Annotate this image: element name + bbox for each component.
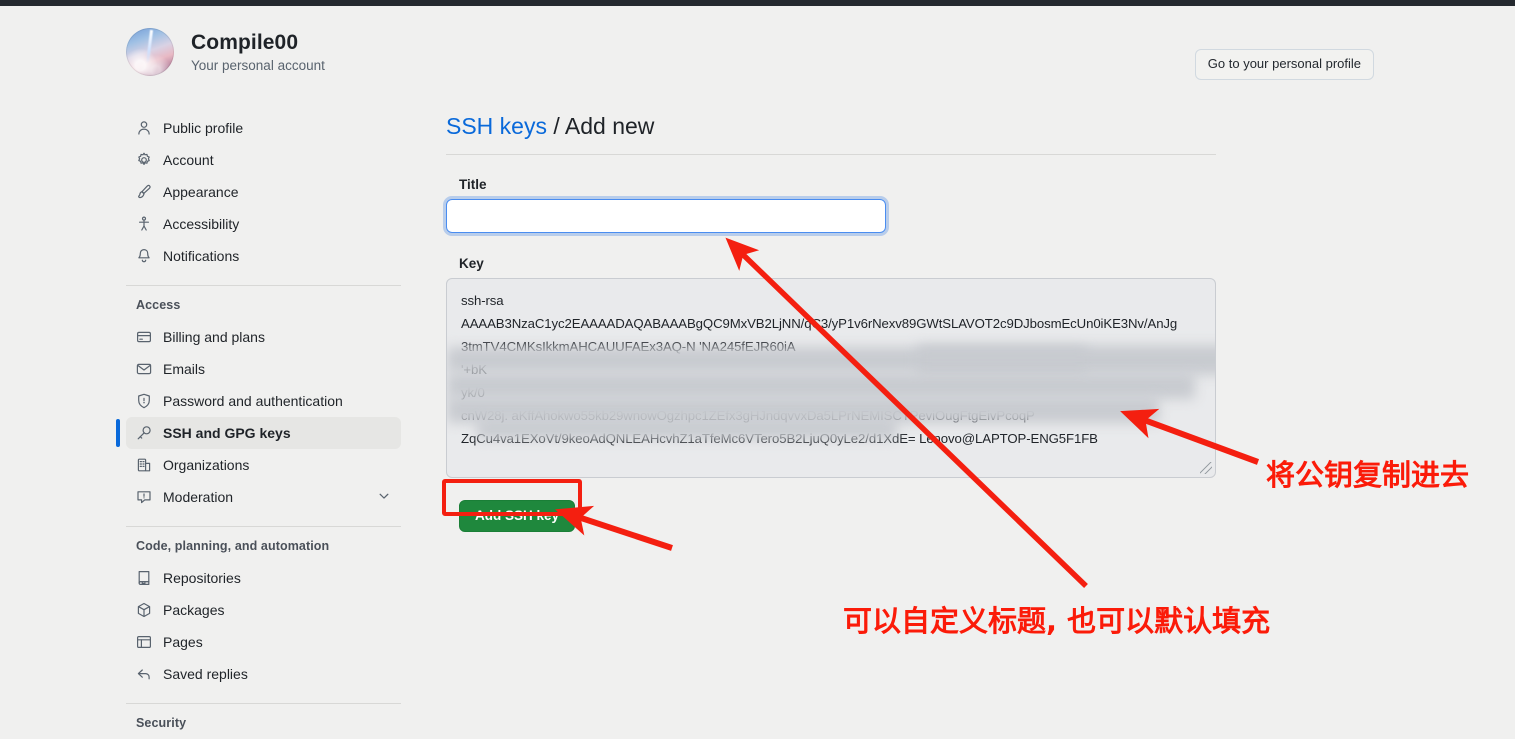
- sidebar-divider: [126, 703, 401, 704]
- sidebar-group: Repositories Packages Pages Saved replies: [126, 562, 401, 690]
- sidebar-section-heading: Code, planning, and automation: [136, 539, 330, 553]
- reply-icon: [136, 666, 152, 682]
- sidebar-group: Billing and plans Emails Password and auth…: [116, 321, 401, 513]
- shield-lock-icon: [136, 393, 152, 409]
- title-field-label: Title: [459, 176, 487, 192]
- user-avatar-image[interactable]: [126, 28, 174, 76]
- sidebar-item-label: Moderation: [163, 489, 234, 505]
- sidebar-item-saved-replies[interactable]: Saved replies: [126, 658, 401, 690]
- go-to-personal-profile-button[interactable]: Go to your personal profile: [1194, 49, 1374, 80]
- package-icon: [136, 602, 152, 618]
- sidebar-section-heading: Security: [136, 716, 187, 730]
- sidebar-item-notifications[interactable]: Notifications: [126, 240, 401, 272]
- title-field-wrapper: [443, 195, 1216, 236]
- page-title: SSH keys / Add new: [446, 112, 1216, 154]
- sidebar-item-password-and-authentication[interactable]: Password and authentication: [126, 385, 401, 417]
- account-header: Compile00 Your personal account: [126, 28, 325, 76]
- breadcrumb-ssh-keys-link[interactable]: SSH keys: [446, 113, 547, 139]
- account-name: Compile00: [191, 31, 299, 55]
- report-icon: [136, 489, 152, 505]
- title-divider: [446, 153, 1216, 155]
- sidebar-item-public-profile[interactable]: Public profile: [126, 112, 401, 144]
- organization-icon: [136, 457, 152, 473]
- sidebar-item-label: Public profile: [163, 120, 244, 136]
- key-field-label: Key: [459, 255, 484, 271]
- sidebar-item-label: Repositories: [163, 570, 241, 586]
- sidebar-item-billing-and-plans[interactable]: Billing and plans: [126, 321, 401, 353]
- person-icon: [136, 120, 152, 136]
- chevron-down-icon[interactable]: [377, 489, 391, 506]
- sidebar-item-label: Packages: [163, 602, 225, 618]
- sidebar-item-packages[interactable]: Packages: [126, 594, 401, 626]
- sidebar-item-label: Notifications: [163, 248, 240, 264]
- key-line: ssh-rsa: [461, 292, 504, 308]
- sidebar-item-label: Accessibility: [163, 216, 240, 232]
- credit-card-icon: [136, 329, 152, 345]
- redaction-patch: [917, 344, 1215, 375]
- sidebar-item-label: Pages: [163, 634, 203, 650]
- redaction-patch: [477, 418, 897, 439]
- key-line: AAAAB3NzaC1yc2EAAAADAQABAAABgQC9MxVB2LjN…: [461, 315, 1178, 331]
- paintbrush-icon: [136, 184, 152, 200]
- sidebar-divider: [126, 285, 401, 286]
- title-input[interactable]: [443, 195, 889, 236]
- gear-icon: [136, 152, 152, 168]
- sidebar-item-label: Billing and plans: [163, 329, 265, 345]
- sidebar-item-organizations[interactable]: Organizations: [126, 449, 401, 481]
- key-icon: [136, 425, 152, 441]
- sidebar-group: Public profile Account Appearance Accessibi…: [126, 112, 401, 272]
- breadcrumb-separator: /: [546, 113, 565, 139]
- account-subtitle: Your personal account: [191, 57, 325, 73]
- sidebar-item-appearance[interactable]: Appearance: [126, 176, 401, 208]
- browser-icon: [136, 634, 152, 650]
- settings-page: Compile00 Your personal account Go to yo…: [0, 6, 1515, 739]
- sidebar-item-label: Emails: [163, 361, 206, 377]
- accessibility-icon: [136, 216, 152, 232]
- sidebar-divider: [126, 526, 401, 527]
- key-textarea[interactable]: ssh-rsa AAAAB3NzaC1yc2EAAAADAQABAAABgQC9M…: [446, 277, 1216, 478]
- textarea-resize-handle[interactable]: [1200, 461, 1212, 474]
- sidebar-section-heading: Access: [136, 298, 181, 312]
- sidebar-item-label: Saved replies: [163, 666, 248, 682]
- sidebar-item-accessibility[interactable]: Accessibility: [126, 208, 401, 240]
- breadcrumb-current: Add new: [564, 113, 655, 139]
- sidebar-item-repositories[interactable]: Repositories: [126, 562, 401, 594]
- sidebar-item-label: Organizations: [163, 457, 250, 473]
- sidebar-item-label: Account: [163, 152, 214, 168]
- sidebar-item-emails[interactable]: Emails: [126, 353, 401, 385]
- sidebar-item-label: Appearance: [163, 184, 239, 200]
- repo-icon: [136, 570, 152, 586]
- add-ssh-key-button[interactable]: Add SSH key: [459, 499, 576, 532]
- mail-icon: [136, 361, 152, 377]
- sidebar-item-label: SSH and GPG keys: [163, 425, 291, 441]
- sidebar-item-account[interactable]: Account: [126, 144, 401, 176]
- settings-sidebar: Public profile Account Appearance Accessibi…: [116, 112, 401, 739]
- redaction-patch: [447, 372, 1195, 399]
- sidebar-item-pages[interactable]: Pages: [126, 626, 401, 658]
- main-content: SSH keys / Add new Title Key ssh-rsa AAAA…: [443, 112, 1216, 532]
- sidebar-item-moderation[interactable]: Moderation: [126, 481, 401, 513]
- sidebar-item-label: Password and authentication: [163, 393, 343, 409]
- sidebar-item-ssh-and-gpg-keys[interactable]: SSH and GPG keys: [116, 417, 401, 449]
- bell-icon: [136, 248, 152, 264]
